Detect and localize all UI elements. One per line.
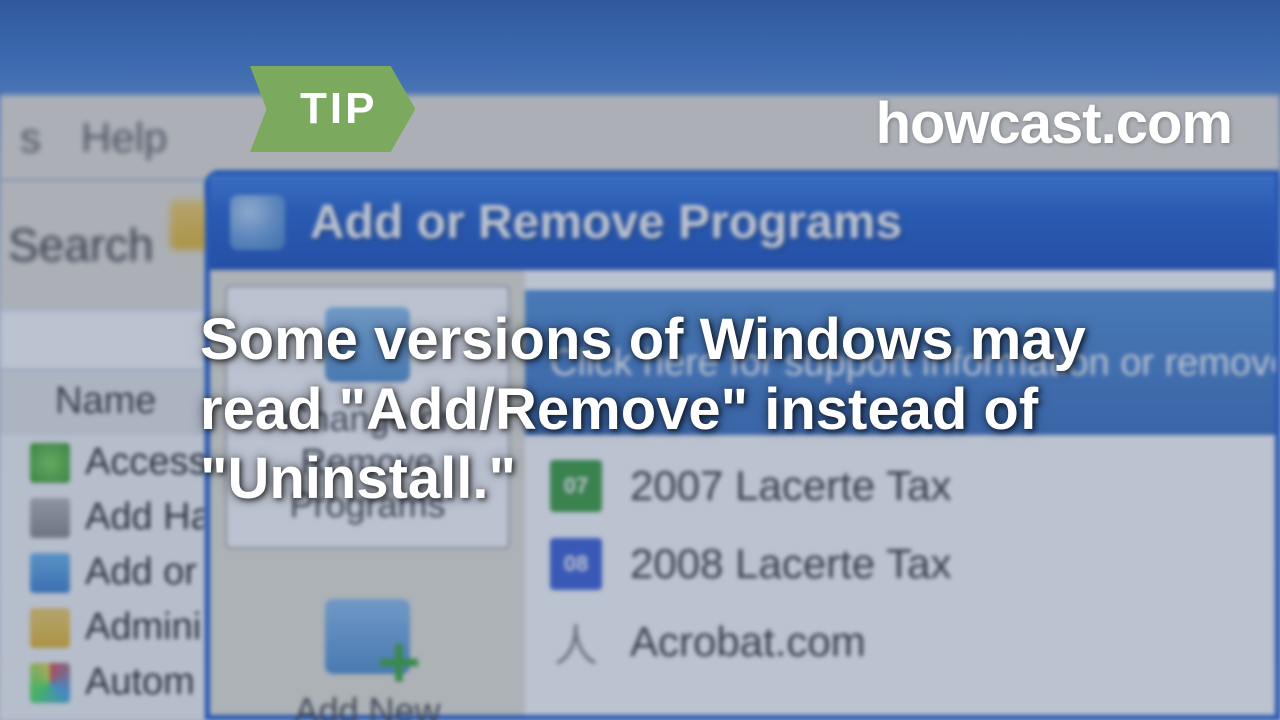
- sidebar-item-label: Access: [85, 441, 205, 484]
- accessibility-icon: [30, 443, 70, 483]
- bg-address-bar: [0, 310, 205, 370]
- tip-label: TIP: [300, 84, 377, 133]
- bg-sidebar: Name Access Add Ha Add or Admini Autom: [0, 370, 205, 720]
- brand-watermark: howcast.com: [876, 90, 1232, 157]
- sidebar-item-label: Admini: [85, 606, 201, 649]
- program-label: 2008 Lacerte Tax: [630, 540, 951, 588]
- bg-search-label: Search: [8, 218, 154, 272]
- sidebar-item-label: Autom: [85, 661, 195, 704]
- add-new-icon: [325, 599, 410, 674]
- bg-menu-item: s: [20, 114, 41, 162]
- admin-icon: [30, 608, 70, 648]
- programs-window-icon: [230, 195, 285, 250]
- caption-text: Some versions of Windows may read "Add/R…: [200, 305, 1160, 514]
- add-new-card[interactable]: Add New: [225, 579, 510, 720]
- sidebar-item-label: Add Ha: [85, 496, 205, 539]
- auto-icon: [30, 663, 70, 703]
- window-title: Add or Remove Programs: [310, 195, 902, 250]
- program-row[interactable]: 08 2008 Lacerte Tax: [525, 525, 1275, 603]
- window-titlebar: Add or Remove Programs: [210, 175, 1275, 270]
- acrobat-icon: 人: [550, 616, 602, 668]
- sidebar-item[interactable]: Access: [0, 435, 205, 490]
- sidebar-item[interactable]: Autom: [0, 655, 205, 710]
- hardware-icon: [30, 498, 70, 538]
- program-icon: 08: [550, 538, 602, 590]
- sidebar-item[interactable]: Add Ha: [0, 490, 205, 545]
- add-new-label: Add New: [235, 689, 500, 720]
- sidebar-item-label: Add or: [85, 551, 197, 594]
- bg-menu-item: Help: [81, 114, 167, 162]
- video-frame: s Help Search Name Access Add Ha Add or …: [0, 0, 1280, 720]
- sidebar-header: Name: [0, 370, 205, 435]
- programs-icon: [30, 553, 70, 593]
- sidebar-item[interactable]: Admini: [0, 600, 205, 655]
- program-row[interactable]: 人 Acrobat.com: [525, 603, 1275, 681]
- sidebar-item[interactable]: Add or: [0, 545, 205, 600]
- program-label: Acrobat.com: [630, 618, 866, 666]
- tip-badge: TIP: [250, 66, 415, 152]
